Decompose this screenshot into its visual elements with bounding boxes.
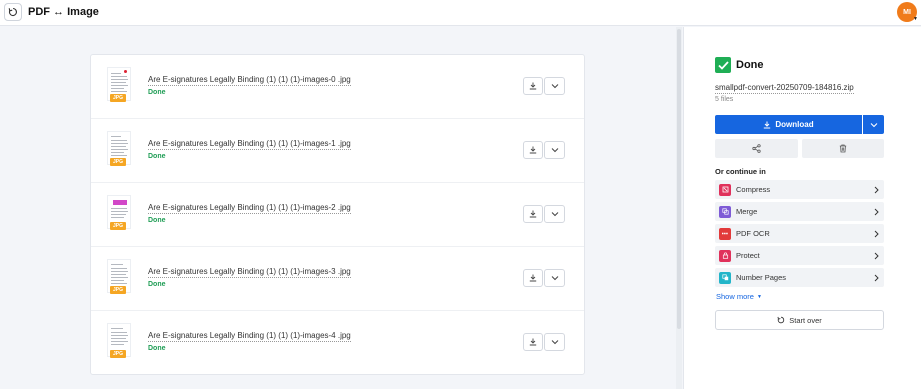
jpg-badge: JPG xyxy=(110,350,126,358)
jpg-badge: JPG xyxy=(110,158,126,166)
chevron-down-icon xyxy=(551,84,558,89)
start-over-label: Start over xyxy=(789,315,822,325)
ocr-icon xyxy=(719,227,731,240)
tool-label: Protect xyxy=(736,251,760,260)
file-row: JPG Are E-signatures Legally Binding (1)… xyxy=(91,55,584,119)
row-options-button[interactable] xyxy=(544,205,565,223)
file-row: JPG Are E-signatures Legally Binding (1)… xyxy=(91,183,584,247)
file-status: Done xyxy=(148,281,166,288)
file-name[interactable]: Are E-signatures Legally Binding (1) (1)… xyxy=(148,267,351,278)
result-panel: Done smallpdf-convert-20250709-184816.zi… xyxy=(683,27,921,389)
file-row: JPG Are E-signatures Legally Binding (1)… xyxy=(91,311,584,375)
row-options-button[interactable] xyxy=(544,141,565,159)
row-download-button[interactable] xyxy=(523,77,543,95)
merge-icon xyxy=(719,205,731,218)
download-options-button[interactable] xyxy=(863,115,884,134)
row-options-button[interactable] xyxy=(544,269,565,287)
continue-label: Or continue in xyxy=(715,167,766,176)
file-row: JPG Are E-signatures Legally Binding (1)… xyxy=(91,119,584,183)
page-title: PDF ↔ Image xyxy=(28,6,99,18)
share-button[interactable] xyxy=(715,139,798,158)
tool-number-pages[interactable]: Number Pages xyxy=(715,268,884,287)
zip-file-name[interactable]: smallpdf-convert-20250709-184816.zip xyxy=(715,83,854,94)
chevron-down-icon xyxy=(551,340,558,345)
row-download-button[interactable] xyxy=(523,333,543,351)
tool-label: PDF OCR xyxy=(736,229,770,238)
file-name[interactable]: Are E-signatures Legally Binding (1) (1)… xyxy=(148,203,351,214)
delete-button[interactable] xyxy=(802,139,884,158)
undo-button[interactable] xyxy=(4,3,22,21)
number-pages-icon xyxy=(719,271,731,284)
row-download-button[interactable] xyxy=(523,269,543,287)
avatar-caret-icon: ▼ xyxy=(913,16,918,22)
row-download-button[interactable] xyxy=(523,141,543,159)
chevron-right-icon xyxy=(874,230,879,238)
show-more-label: Show more xyxy=(716,292,754,301)
share-icon xyxy=(752,144,761,153)
tool-label: Compress xyxy=(736,185,771,194)
status-title: Done xyxy=(736,59,764,71)
chevron-down-icon xyxy=(870,122,877,127)
start-over-button[interactable]: Start over xyxy=(715,310,884,330)
tool-label: Number Pages xyxy=(736,273,787,282)
jpg-badge: JPG xyxy=(110,222,126,230)
jpg-badge: JPG xyxy=(110,94,126,102)
trash-icon xyxy=(839,144,847,153)
undo-icon xyxy=(8,7,17,17)
file-name[interactable]: Are E-signatures Legally Binding (1) (1)… xyxy=(148,139,351,150)
tool-merge[interactable]: Merge xyxy=(715,202,884,221)
download-icon xyxy=(529,146,537,154)
chevron-right-icon xyxy=(874,274,879,282)
file-name[interactable]: Are E-signatures Legally Binding (1) (1)… xyxy=(148,331,351,342)
scrollbar[interactable] xyxy=(676,27,682,389)
compress-icon xyxy=(719,183,731,196)
file-name[interactable]: Are E-signatures Legally Binding (1) (1)… xyxy=(148,75,351,86)
show-more-link[interactable]: Show more ▼ xyxy=(716,292,762,301)
undo-icon xyxy=(777,316,785,324)
download-button[interactable]: Download xyxy=(715,115,862,134)
chevron-right-icon xyxy=(874,186,879,194)
download-icon xyxy=(529,274,537,282)
row-options-button[interactable] xyxy=(544,77,565,95)
chevron-down-icon xyxy=(551,212,558,217)
chevron-right-icon xyxy=(874,208,879,216)
avatar-initials: MI xyxy=(903,8,911,16)
tool-pdf-ocr[interactable]: PDF OCR xyxy=(715,224,884,243)
lock-icon xyxy=(719,249,731,262)
chevron-down-icon xyxy=(551,148,558,153)
download-icon xyxy=(529,210,537,218)
row-download-button[interactable] xyxy=(523,205,543,223)
tool-compress[interactable]: Compress xyxy=(715,180,884,199)
file-list: JPG Are E-signatures Legally Binding (1)… xyxy=(90,54,585,375)
download-icon xyxy=(529,338,537,346)
caret-down-icon: ▼ xyxy=(756,293,762,300)
chevron-right-icon xyxy=(874,252,879,260)
top-bar: PDF ↔ Image MI ▼ xyxy=(0,0,921,26)
file-status: Done xyxy=(148,217,166,224)
file-row: JPG Are E-signatures Legally Binding (1)… xyxy=(91,247,584,311)
tool-protect[interactable]: Protect xyxy=(715,246,884,265)
file-status: Done xyxy=(148,153,166,160)
file-status: Done xyxy=(148,345,166,352)
chevron-down-icon xyxy=(551,276,558,281)
download-label: Download xyxy=(775,120,814,129)
download-icon xyxy=(529,82,537,90)
scrollbar-thumb[interactable] xyxy=(677,29,681,329)
main-area: JPG Are E-signatures Legally Binding (1)… xyxy=(0,27,676,389)
file-count: 5 files xyxy=(715,96,734,103)
file-status: Done xyxy=(148,89,166,96)
check-icon xyxy=(715,57,731,73)
row-options-button[interactable] xyxy=(544,333,565,351)
jpg-badge: JPG xyxy=(110,286,126,294)
tool-label: Merge xyxy=(736,207,758,216)
download-icon xyxy=(764,121,771,128)
